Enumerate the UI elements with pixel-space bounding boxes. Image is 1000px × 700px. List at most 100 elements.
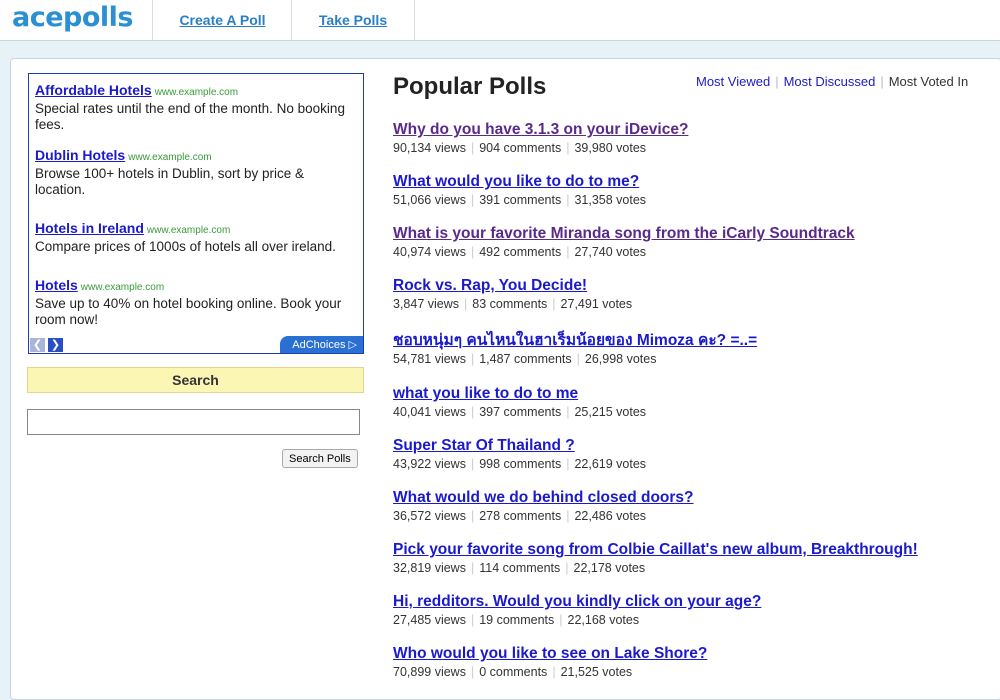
stat-divider: | [470, 561, 475, 575]
stat-divider: | [566, 193, 570, 207]
poll-list-item: Hi, redditors. Would you kindly click on… [393, 592, 993, 627]
sort-most-discussed[interactable]: Most Discussed [784, 74, 876, 89]
poll-list-item: Rock vs. Rap, You Decide! 3,847 views | 83 … [393, 276, 993, 311]
ad-description: Compare prices of 1000s of hotels all ov… [35, 239, 336, 254]
poll-votes: 22,486 votes [574, 509, 647, 523]
poll-title-link[interactable]: Who would you like to see on Lake Shore? [393, 644, 993, 664]
sort-separator: | [880, 74, 884, 89]
poll-stats: 90,134 views | 904 comments | 39,980 votes [393, 141, 993, 155]
poll-comments: 1,487 comments [479, 352, 572, 366]
stat-divider: | [470, 193, 475, 207]
sort-most-viewed[interactable]: Most Viewed [696, 74, 770, 89]
poll-list-item: Why do you have 3.1.3 on your iDevice? 90… [393, 120, 993, 155]
poll-list-item: What would you like to do to me? 51,066 v… [393, 172, 993, 207]
poll-views: 3,847 views [393, 297, 460, 311]
poll-views: 70,899 views [393, 665, 466, 679]
poll-title-link[interactable]: Hi, redditors. Would you kindly click on… [393, 592, 993, 612]
nav-take-polls[interactable]: Take Polls [291, 0, 415, 40]
stat-divider: | [576, 352, 580, 366]
ad-item: Dublin Hotels www.example.com Browse 100+… [35, 147, 357, 198]
page-title: Popular Polls [393, 73, 547, 100]
poll-stats: 51,066 views | 391 comments | 31,358 votes [393, 193, 993, 207]
ad-url[interactable]: www.example.com [81, 282, 164, 293]
search-polls-button[interactable]: Search Polls [282, 449, 358, 468]
stat-divider: | [470, 352, 475, 366]
poll-title-link[interactable]: Pick your favorite song from Colbie Cail… [393, 540, 993, 560]
ad-url[interactable]: www.example.com [155, 87, 238, 98]
poll-list-item: Super Star Of Thailand ? 43,922 views | 998… [393, 436, 993, 471]
poll-votes: 21,525 votes [560, 665, 633, 679]
chevron-left-icon[interactable]: ❮ [30, 338, 45, 352]
poll-comments: 114 comments [479, 561, 561, 575]
ad-title-link[interactable]: Hotels in Ireland [35, 220, 144, 236]
stat-divider: | [552, 665, 556, 679]
poll-comments: 492 comments [479, 245, 562, 259]
ad-description: Browse 100+ hotels in Dublin, sort by pr… [35, 166, 305, 197]
poll-comments: 19 comments [479, 613, 555, 627]
top-navigation-bar: acepolls Create A Poll Take Polls [0, 0, 1000, 41]
stat-divider: | [565, 561, 569, 575]
poll-title-link[interactable]: What would we do behind closed doors? [393, 488, 993, 508]
poll-views: 43,922 views [393, 457, 466, 471]
stat-divider: | [470, 245, 475, 259]
ad-title-link[interactable]: Dublin Hotels [35, 147, 125, 163]
poll-votes: 26,998 votes [584, 352, 657, 366]
nav-create-poll-label[interactable]: Create A Poll [179, 12, 265, 28]
poll-title-link[interactable]: What would you like to do to me? [393, 172, 993, 192]
nav-create-poll[interactable]: Create A Poll [152, 0, 292, 40]
poll-votes: 27,491 votes [560, 297, 633, 311]
stat-divider: | [566, 245, 570, 259]
chevron-right-icon[interactable]: ❯ [48, 338, 63, 352]
poll-views: 51,066 views [393, 193, 466, 207]
poll-list-item: What is your favorite Miranda song from … [393, 224, 993, 259]
stat-divider: | [464, 297, 468, 311]
poll-title-link[interactable]: Why do you have 3.1.3 on your iDevice? [393, 120, 993, 140]
stat-divider: | [566, 509, 570, 523]
poll-votes: 22,619 votes [574, 457, 647, 471]
stat-divider: | [566, 405, 570, 419]
ad-item: Hotels in Ireland www.example.com Compare… [35, 220, 357, 255]
poll-votes: 39,980 votes [574, 141, 647, 155]
ad-item: Hotels www.example.com Save up to 40% on … [35, 277, 357, 328]
ad-url[interactable]: www.example.com [128, 152, 211, 163]
search-input[interactable] [27, 409, 360, 435]
poll-title-link[interactable]: Rock vs. Rap, You Decide! [393, 276, 993, 296]
poll-title-link[interactable]: Super Star Of Thailand ? [393, 436, 993, 456]
adchoices-label[interactable]: AdChoices [292, 339, 345, 351]
poll-title-link[interactable]: ชอบหนุ่มๆ คนไหนในฮาเร็มน้อยของ Mimoza คะ… [393, 331, 993, 351]
sort-separator: | [775, 74, 779, 89]
poll-list-item: Pick your favorite song from Colbie Cail… [393, 540, 993, 575]
stat-divider: | [566, 141, 570, 155]
poll-comments: 397 comments [479, 405, 562, 419]
stat-divider: | [470, 405, 475, 419]
poll-stats: 40,974 views | 492 comments | 27,740 votes [393, 245, 993, 259]
stat-divider: | [470, 457, 475, 471]
poll-comments: 904 comments [479, 141, 562, 155]
adchoices-badge[interactable]: AdChoices ▷ [280, 336, 363, 353]
poll-views: 90,134 views [393, 141, 466, 155]
poll-list-item: Who would you like to see on Lake Shore?… [393, 644, 993, 679]
nav-take-polls-label[interactable]: Take Polls [319, 12, 387, 28]
stat-divider: | [552, 297, 556, 311]
poll-title-link[interactable]: what you like to do to me [393, 384, 993, 404]
poll-comments: 278 comments [479, 509, 562, 523]
site-logo[interactable]: acepolls [12, 2, 134, 33]
poll-views: 36,572 views [393, 509, 466, 523]
poll-title-link[interactable]: What is your favorite Miranda song from … [393, 224, 993, 244]
poll-votes: 27,740 votes [574, 245, 647, 259]
sort-options: Most Viewed | Most Discussed | Most Voted In [696, 74, 968, 89]
poll-views: 40,041 views [393, 405, 466, 419]
search-heading: Search [27, 367, 364, 393]
poll-stats: 40,041 views | 397 comments | 25,215 votes [393, 405, 993, 419]
stat-divider: | [470, 613, 475, 627]
poll-votes: 31,358 votes [574, 193, 647, 207]
ad-title-link[interactable]: Hotels [35, 277, 78, 293]
ad-url[interactable]: www.example.com [147, 225, 230, 236]
poll-stats: 32,819 views | 114 comments | 22,178 votes [393, 561, 993, 575]
ad-title-link[interactable]: Affordable Hotels [35, 82, 152, 98]
sort-most-voted-active: Most Voted In [888, 74, 969, 89]
poll-stats: 43,922 views | 998 comments | 22,619 votes [393, 457, 993, 471]
ad-pager: ❮ ❯ [30, 338, 63, 352]
poll-stats: 27,485 views | 19 comments | 22,168 votes [393, 613, 993, 627]
poll-votes: 22,168 votes [567, 613, 640, 627]
